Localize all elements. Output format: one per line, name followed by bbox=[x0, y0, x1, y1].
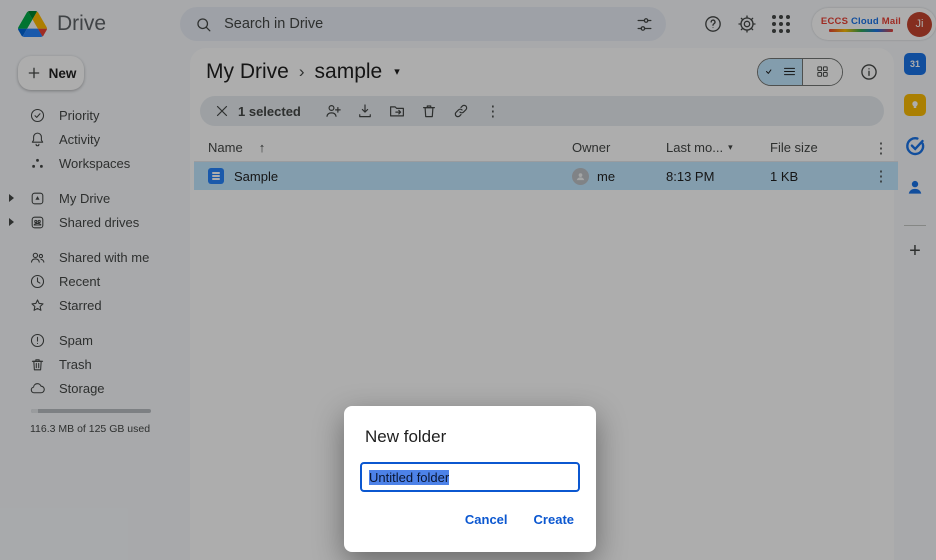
new-folder-dialog: New folder Untitled folder Cancel Create bbox=[344, 406, 596, 552]
dialog-actions: Cancel Create bbox=[344, 492, 596, 527]
cancel-button[interactable]: Cancel bbox=[465, 512, 508, 527]
folder-name-input[interactable]: Untitled folder bbox=[360, 462, 580, 492]
folder-name-selected-text: Untitled folder bbox=[369, 470, 449, 485]
dialog-title: New folder bbox=[344, 406, 596, 462]
create-button[interactable]: Create bbox=[534, 512, 574, 527]
